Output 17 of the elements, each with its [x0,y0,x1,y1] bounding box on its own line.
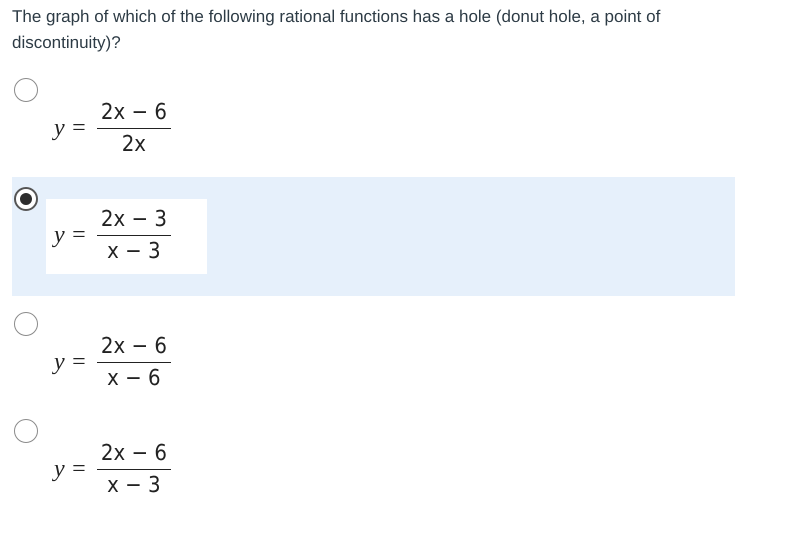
numerator: 2x − 6 [100,441,168,468]
denominator: 2x [96,128,171,157]
radio-button[interactable] [14,78,38,102]
equation-lhs: y = [54,349,87,376]
denominator: x − 6 [96,362,171,391]
radio-button[interactable] [14,312,38,336]
equation-lhs: y = [54,115,87,142]
radio-button[interactable] [14,187,38,211]
question-text: The graph of which of the following rational functions has a hole (donut hole, a point of discontinuity)? [12,6,662,54]
numerator: 2x − 6 [100,334,168,361]
denominator: x − 3 [96,469,171,498]
equation-lhs: y = [54,222,87,249]
equation-lhs: y = [54,456,87,483]
numerator: 2x − 3 [100,207,168,234]
denominator: x − 3 [96,235,171,264]
numerator: 2x − 6 [100,100,168,127]
radio-button[interactable] [14,419,38,443]
